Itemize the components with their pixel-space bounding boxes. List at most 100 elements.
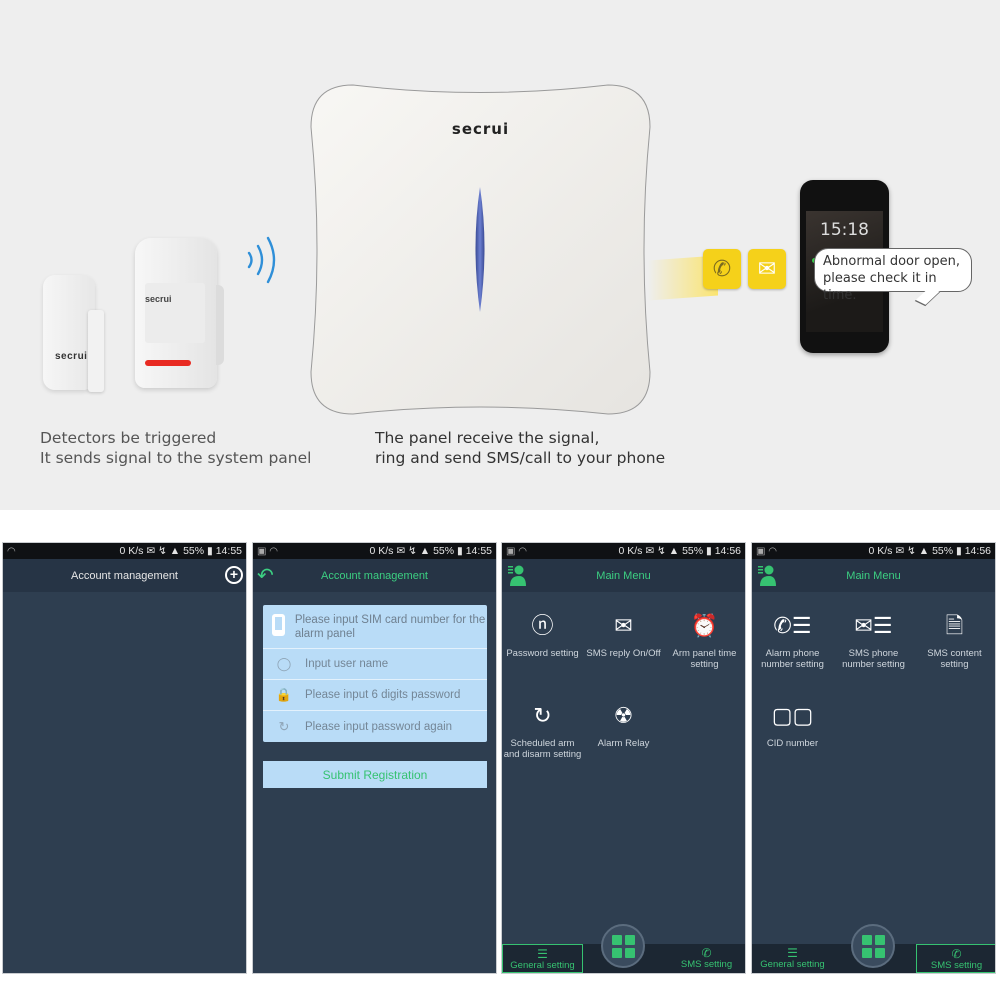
lockscreen-time: 15:18 bbox=[820, 220, 869, 240]
screen-account-registration: ▣ ◠ 0 K/s ✉ ↯ ▲ 55% ▮ 14:55 ↶ Account ma… bbox=[252, 542, 497, 974]
status-icons: ✉ ↯ ▲ bbox=[146, 545, 181, 557]
confirm-password-input[interactable] bbox=[305, 720, 475, 733]
motion-sensor: secrui bbox=[135, 238, 217, 388]
door-sensor-brand: secrui bbox=[55, 351, 88, 362]
notification-line-2: please check it in time. bbox=[823, 271, 937, 303]
sms-phone-icon: ✆ bbox=[951, 947, 962, 961]
tab-label: General setting bbox=[510, 960, 575, 971]
menu-item-alarm-phone-number[interactable]: ✆☰ Alarm phone number setting bbox=[752, 609, 833, 684]
network-speed: 0 K/s bbox=[369, 545, 394, 557]
detectors-image: secrui secrui bbox=[38, 235, 228, 395]
menu-grid: ✆☰ Alarm phone number setting ✉☰ SMS pho… bbox=[752, 609, 995, 774]
sync-icon: ◠ bbox=[7, 545, 16, 557]
detector-caption-line-1: Detectors be triggered bbox=[40, 429, 217, 447]
radiation-icon: ☢ bbox=[613, 702, 634, 728]
menu-item-label: SMS phone number setting bbox=[842, 648, 905, 670]
list-icon: ☰ bbox=[537, 947, 548, 961]
screen-main-menu-sms: ▣ ◠ 0 K/s ✉ ↯ ▲ 55% ▮ 14:56 Main Menu ✆☰… bbox=[751, 542, 996, 974]
status-bar: ▣ ◠ 0 K/s ✉ ↯ ▲ 55% ▮ 14:56 bbox=[752, 543, 995, 559]
user-account-icon[interactable] bbox=[758, 564, 776, 586]
menu-item-sms-reply[interactable]: ✉ SMS reply On/Off bbox=[583, 609, 664, 684]
menu-item-label: SMS content setting bbox=[927, 648, 982, 670]
menu-grid: ⓝ Password setting ✉ SMS reply On/Off ⏰ … bbox=[502, 609, 745, 774]
tab-label: SMS setting bbox=[930, 960, 983, 971]
app-bar: Account management + bbox=[3, 559, 246, 592]
alarm-clock-icon: ⏰ bbox=[690, 612, 719, 638]
menu-item-password-setting[interactable]: ⓝ Password setting bbox=[502, 609, 583, 684]
username-field[interactable]: ◯ bbox=[263, 649, 487, 680]
status-bar: ◠ 0 K/s ✉ ↯ ▲ 55% ▮ 14:55 bbox=[3, 543, 246, 559]
password-field[interactable]: 🔒 bbox=[263, 680, 487, 711]
menu-item-label: Scheduled arm and disarm setting bbox=[503, 738, 582, 760]
tab-sms-setting[interactable]: ✆ SMS setting bbox=[666, 944, 745, 973]
battery-level: 55% bbox=[183, 545, 205, 557]
page-title: Main Menu bbox=[846, 569, 901, 582]
app-bar: Main Menu bbox=[502, 559, 745, 592]
sms-phone-icon: ✆ bbox=[701, 946, 712, 960]
back-button[interactable]: ↶ bbox=[257, 563, 274, 588]
wireless-signal-icon bbox=[247, 236, 276, 284]
home-grid-button[interactable] bbox=[851, 924, 895, 968]
screen-account-list: ◠ 0 K/s ✉ ↯ ▲ 55% ▮ 14:55 Account manage… bbox=[2, 542, 247, 974]
notification-icons: ▣ ◠ bbox=[257, 545, 278, 557]
submit-registration-button[interactable]: Submit Registration bbox=[263, 761, 487, 788]
confirm-password-field[interactable]: ↻ bbox=[263, 711, 487, 742]
status-bar: ▣ ◠ 0 K/s ✉ ↯ ▲ 55% ▮ 14:55 bbox=[253, 543, 496, 559]
notification-bubble: Abnormal door open, please check it in t… bbox=[814, 248, 972, 303]
alarm-flow-illustration: secrui secrui secrui ✆ ✉ 15:18 Abnormal … bbox=[0, 0, 1000, 510]
lock-repeat-icon: ↻ bbox=[278, 718, 290, 734]
tab-sms-setting[interactable]: ✆ SMS setting bbox=[916, 944, 995, 973]
status-bar: ▣ ◠ 0 K/s ✉ ↯ ▲ 55% ▮ 14:56 bbox=[502, 543, 745, 559]
notification-icons: ▣ ◠ bbox=[756, 545, 777, 557]
network-speed: 0 K/s bbox=[618, 545, 643, 557]
status-icons: ✉ ↯ ▲ bbox=[895, 545, 930, 557]
sim-number-input[interactable]: Please input SIM card number for the ala… bbox=[295, 613, 487, 641]
motion-sensor-lens bbox=[145, 283, 205, 343]
screen-main-menu-general: ▣ ◠ 0 K/s ✉ ↯ ▲ 55% ▮ 14:56 Main Menu ⓝ … bbox=[501, 542, 746, 974]
password-input[interactable] bbox=[305, 689, 475, 701]
add-account-button[interactable]: + bbox=[225, 566, 243, 584]
battery-level: 55% bbox=[682, 545, 704, 557]
motion-sensor-brand: secrui bbox=[145, 294, 172, 304]
panel-brand-logo: secrui bbox=[451, 120, 510, 138]
page-title: Main Menu bbox=[596, 569, 651, 582]
menu-item-scheduled-arm[interactable]: ↻ Scheduled arm and disarm setting bbox=[502, 699, 583, 774]
tab-general-setting[interactable]: ☰ General setting bbox=[502, 944, 583, 973]
menu-item-alarm-relay[interactable]: ☢ Alarm Relay bbox=[583, 699, 664, 774]
user-account-icon[interactable] bbox=[508, 564, 526, 586]
detector-caption: Detectors be triggered It sends signal t… bbox=[40, 428, 311, 468]
envelope-icon: ✉ bbox=[614, 612, 633, 638]
timer-icon: ↻ bbox=[533, 702, 552, 728]
menu-item-sms-phone-number[interactable]: ✉☰ SMS phone number setting bbox=[833, 609, 914, 684]
sms-list-icon: ✉☰ bbox=[854, 612, 893, 638]
status-icons: ✉ ↯ ▲ bbox=[645, 545, 680, 557]
clock: 14:55 bbox=[465, 545, 492, 557]
battery-level: 55% bbox=[932, 545, 954, 557]
app-bar: ↶ Account management bbox=[253, 559, 496, 592]
menu-item-label: Arm panel time setting bbox=[672, 648, 737, 670]
username-input[interactable] bbox=[305, 658, 475, 670]
home-grid-button[interactable] bbox=[601, 924, 645, 968]
alarm-panel-image: secrui bbox=[308, 82, 653, 417]
network-speed: 0 K/s bbox=[119, 545, 144, 557]
menu-item-label: Alarm phone number setting bbox=[761, 648, 824, 670]
menu-item-cid-number[interactable]: ▢▢ CID number bbox=[752, 699, 833, 774]
menu-item-label: Password setting bbox=[506, 648, 579, 659]
page-title: Account management bbox=[320, 569, 428, 582]
tab-general-setting[interactable]: ☰ General setting bbox=[752, 944, 833, 973]
keyhole-icon: ⓝ bbox=[531, 612, 554, 638]
panel-caption-line-2: ring and send SMS/call to your phone bbox=[375, 449, 666, 467]
menu-item-arm-panel-time[interactable]: ⏰ Arm panel time setting bbox=[664, 609, 745, 684]
menu-item-label: SMS reply On/Off bbox=[586, 648, 661, 659]
menu-item-sms-content[interactable]: 🗎 SMS content setting bbox=[914, 609, 995, 684]
door-magnet bbox=[88, 310, 104, 392]
notification-icons: ▣ ◠ bbox=[506, 545, 527, 557]
user-icon: ◯ bbox=[276, 656, 292, 671]
monitors-icon: ▢▢ bbox=[771, 702, 814, 728]
panel-caption: The panel receive the signal, ring and s… bbox=[375, 428, 665, 468]
menu-item-label: CID number bbox=[766, 738, 819, 749]
plus-circle-icon: + bbox=[229, 566, 239, 582]
page-title: Account management bbox=[70, 569, 178, 582]
sim-number-field[interactable]: Please input SIM card number for the ala… bbox=[263, 605, 487, 649]
detector-caption-line-2: It sends signal to the system panel bbox=[40, 449, 312, 467]
